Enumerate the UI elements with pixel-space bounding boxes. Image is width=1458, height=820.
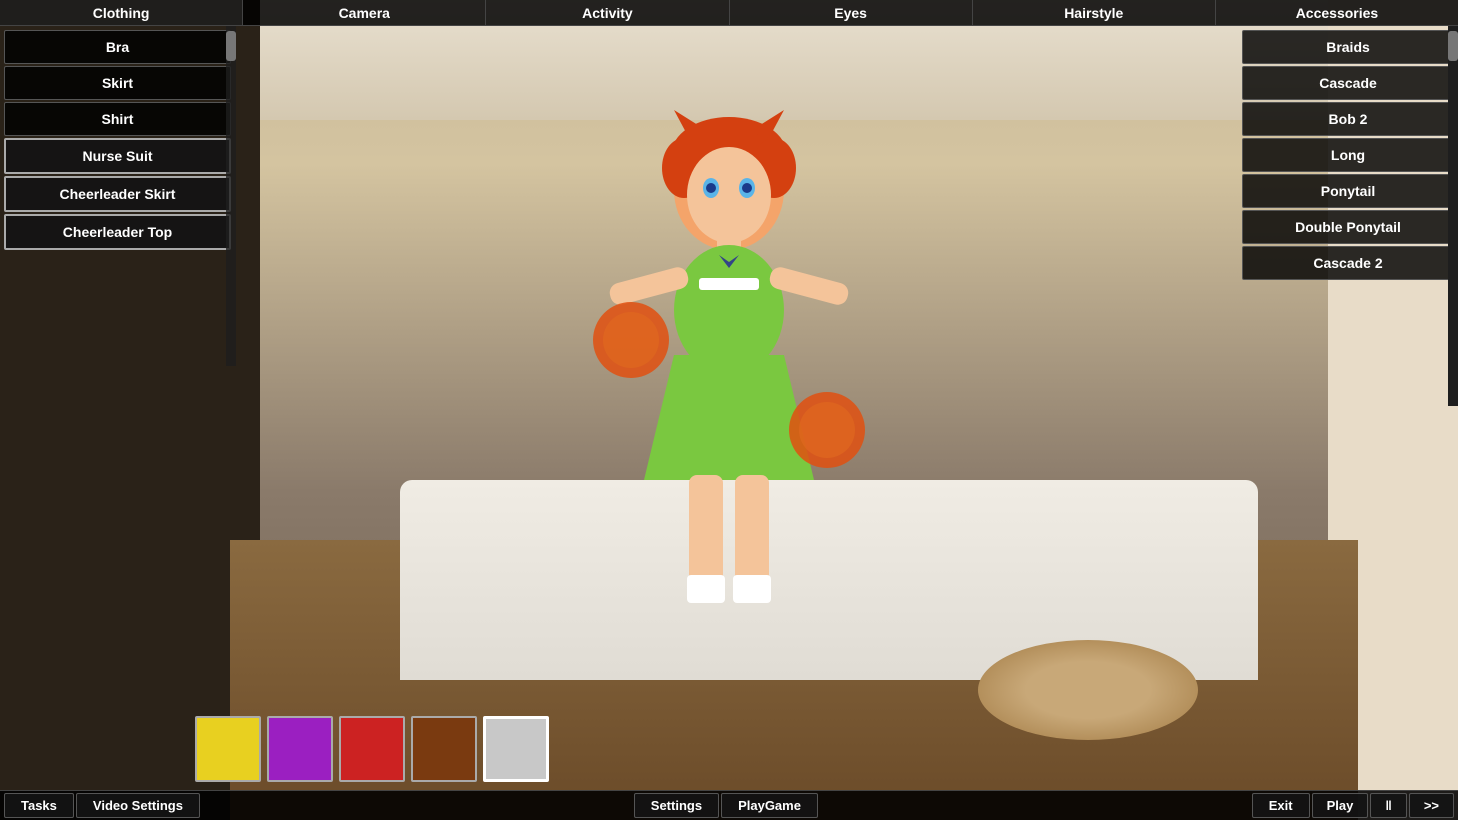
hairstyle-scrollbar-thumb[interactable] [1448,31,1458,61]
hairstyle-braids-btn[interactable]: Braids [1242,30,1454,64]
room-table [978,640,1198,740]
color-swatches [195,716,549,782]
hairstyle-long-btn[interactable]: Long [1242,138,1454,172]
clothing-scrollbar[interactable] [226,26,236,366]
clothing-shirt-btn[interactable]: Shirt [4,102,231,136]
clothing-scrollbar-thumb[interactable] [226,31,236,61]
video-settings-button[interactable]: Video Settings [76,793,200,818]
hairstyle-cascade2-btn[interactable]: Cascade 2 [1242,246,1454,280]
nav-camera[interactable]: Camera [243,0,486,25]
character-figure [579,100,879,680]
bottom-toolbar: Tasks Video Settings Settings PlayGame E… [0,790,1458,820]
hairstyle-ponytail-btn[interactable]: Ponytail [1242,174,1454,208]
color-lightgray[interactable] [483,716,549,782]
nav-eyes[interactable]: Eyes [730,0,973,25]
color-yellow[interactable] [195,716,261,782]
tasks-button[interactable]: Tasks [4,793,74,818]
playback-controls: Play ‖ >> [1312,793,1454,818]
exit-button[interactable]: Exit [1252,793,1310,818]
playgame-button[interactable]: PlayGame [721,793,818,818]
settings-button[interactable]: Settings [634,793,719,818]
nav-activity[interactable]: Activity [486,0,729,25]
forward-button[interactable]: >> [1409,793,1454,818]
hairstyle-double-ponytail-btn[interactable]: Double Ponytail [1242,210,1454,244]
play-button[interactable]: Play [1312,793,1369,818]
color-purple[interactable] [267,716,333,782]
clothing-cheerleader-skirt-btn[interactable]: Cheerleader Skirt [4,176,231,212]
color-red[interactable] [339,716,405,782]
nav-accessories[interactable]: Accessories [1216,0,1458,25]
top-navigation-bar: Clothing Camera Activity Eyes Hairstyle … [0,0,1458,26]
hairstyle-cascade-btn[interactable]: Cascade [1242,66,1454,100]
hairstyle-scrollbar[interactable] [1448,26,1458,406]
hairstyle-scrollbar-track [1448,26,1458,406]
hairstyle-bob2-btn[interactable]: Bob 2 [1242,102,1454,136]
clothing-skirt-btn[interactable]: Skirt [4,66,231,100]
clothing-cheerleader-top-btn[interactable]: Cheerleader Top [4,214,231,250]
nav-hairstyle[interactable]: Hairstyle [973,0,1216,25]
clothing-nurse-suit-btn[interactable]: Nurse Suit [4,138,231,174]
clothing-panel: Bra Skirt Shirt Nurse Suit Cheerleader S… [0,26,235,254]
nav-clothing[interactable]: Clothing [0,0,243,25]
hairstyle-panel: Braids Cascade Bob 2 Long Ponytail Doubl… [1238,26,1458,284]
clothing-bra-btn[interactable]: Bra [4,30,231,64]
pause-button[interactable]: ‖ [1370,793,1406,818]
color-brown[interactable] [411,716,477,782]
